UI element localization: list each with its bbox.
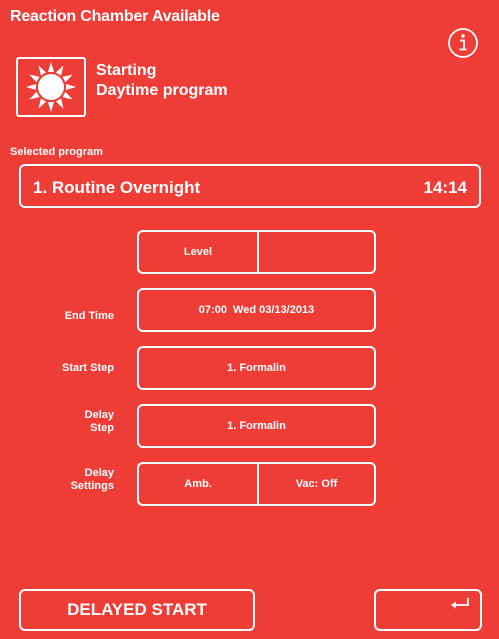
delay-settings-label-line1: Delay bbox=[84, 467, 114, 479]
end-time-button[interactable]: 07:00 Wed 03/13/2013 bbox=[137, 288, 376, 332]
status-text-starting: Starting bbox=[96, 62, 157, 79]
delay-step-label-line2: Step bbox=[90, 422, 114, 434]
delay-settings-label: Delay Settings bbox=[10, 467, 114, 493]
program-name: 1. Routine Overnight bbox=[33, 178, 201, 197]
info-icon[interactable] bbox=[447, 27, 479, 59]
delay-step-value: 1. Formalin bbox=[227, 420, 286, 432]
sun-icon bbox=[26, 62, 76, 112]
delay-vacuum-value: Vac: Off bbox=[295, 478, 338, 490]
start-step-button[interactable]: 1. Formalin bbox=[137, 346, 376, 390]
delay-step-label-line1: Delay bbox=[84, 409, 114, 421]
selected-program-label: Selected program bbox=[10, 146, 103, 158]
program-duration: 14:14 bbox=[423, 178, 467, 197]
delayed-start-label: DELAYED START bbox=[67, 600, 207, 619]
start-step-value: 1. Formalin bbox=[227, 362, 286, 374]
level-button[interactable]: Level bbox=[137, 230, 376, 274]
screen-title: Reaction Chamber Available bbox=[10, 8, 220, 25]
level-label: Level bbox=[183, 246, 213, 258]
back-button[interactable] bbox=[374, 589, 482, 631]
delay-step-label: Delay Step bbox=[10, 409, 114, 435]
status-text-program-type: Daytime program bbox=[96, 82, 228, 99]
end-time-value: 07:00 Wed 03/13/2013 bbox=[198, 304, 315, 316]
status-icon-box bbox=[16, 57, 86, 117]
delay-settings-label-line2: Settings bbox=[70, 480, 114, 492]
end-time-label: End Time bbox=[64, 310, 114, 322]
selected-program-button[interactable]: 1. Routine Overnight 14:14 bbox=[19, 164, 481, 208]
delay-settings-button[interactable]: Amb. Vac: Off bbox=[137, 462, 376, 506]
start-step-label: Start Step bbox=[62, 362, 114, 374]
delayed-start-button[interactable]: DELAYED START bbox=[19, 589, 255, 631]
level-value bbox=[259, 232, 374, 272]
delay-step-button[interactable]: 1. Formalin bbox=[137, 404, 376, 448]
return-arrow-icon bbox=[451, 598, 469, 609]
delay-temperature-value: Amb. bbox=[184, 478, 212, 490]
